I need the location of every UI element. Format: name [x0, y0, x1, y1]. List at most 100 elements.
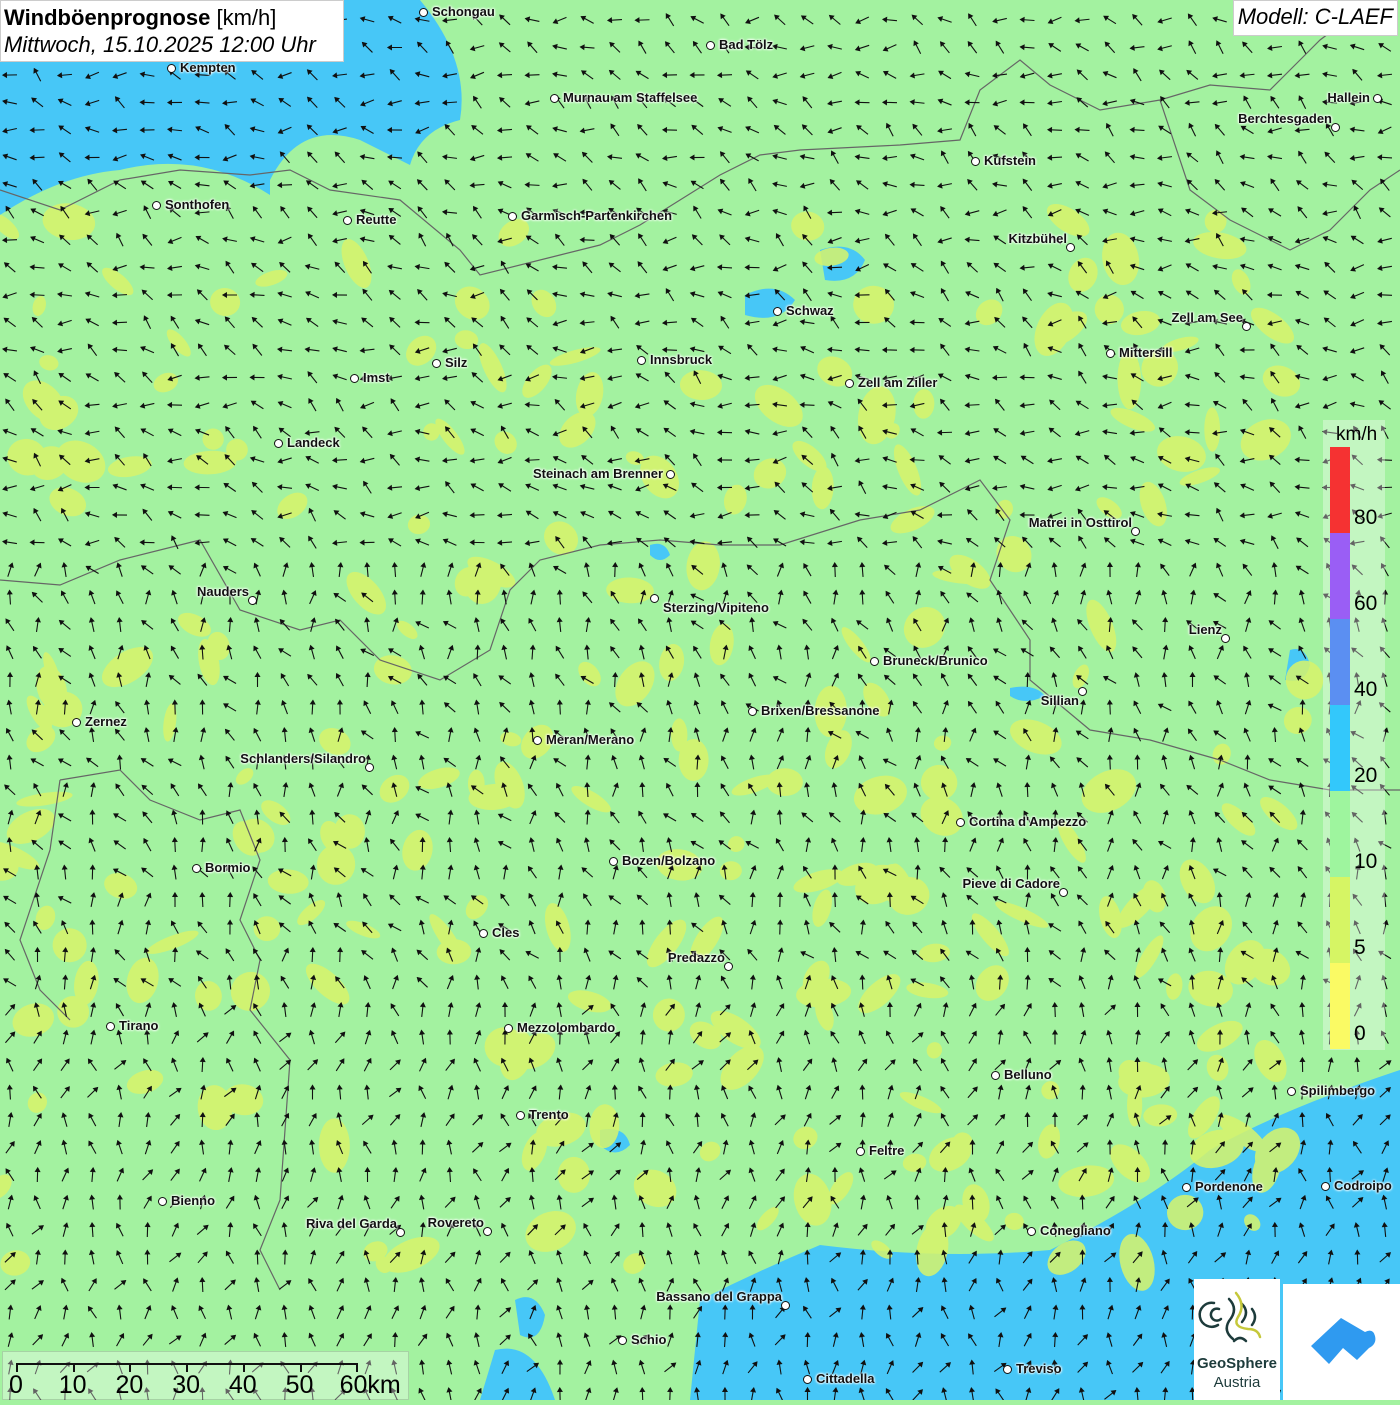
legend-color-band	[1330, 963, 1350, 1049]
weather-app-logo[interactable]	[1283, 1284, 1400, 1400]
model-label: Modell: C-LAEF	[1233, 0, 1398, 36]
city-label: Lienz	[1189, 622, 1222, 637]
city-label: Rovereto	[428, 1215, 484, 1230]
city-marker	[1287, 1087, 1296, 1096]
city-label: Nauders	[197, 584, 249, 599]
city-marker	[1106, 349, 1115, 358]
legend-label: 60	[1354, 592, 1377, 616]
city-marker	[1242, 322, 1251, 331]
legend-label: 20	[1354, 764, 1377, 788]
city-marker	[1373, 94, 1382, 103]
city-label: Bruneck/Brunico	[883, 653, 988, 668]
legend-label: 40	[1354, 678, 1377, 702]
legend-label: 0	[1354, 1022, 1366, 1046]
scale-bar: 0102030405060km	[2, 1351, 409, 1400]
city-label: Schongau	[432, 4, 495, 19]
scale-label: 50	[286, 1371, 314, 1400]
city-marker	[192, 864, 201, 873]
city-marker	[1221, 634, 1230, 643]
city-marker	[637, 356, 646, 365]
legend-color-band	[1330, 877, 1350, 963]
city-marker	[1078, 687, 1087, 696]
geosphere-austria-logo[interactable]: GeoSphere Austria	[1194, 1279, 1280, 1400]
city-marker	[609, 857, 618, 866]
city-marker	[508, 212, 517, 221]
city-label: Reutte	[356, 212, 396, 227]
city-marker	[533, 736, 542, 745]
city-marker	[1321, 1182, 1330, 1191]
city-label: Steinach am Brenner	[533, 466, 663, 481]
city-marker	[365, 763, 374, 772]
city-label: Meran/Merano	[546, 732, 634, 747]
city-label: Bad Tölz	[719, 37, 773, 52]
scale-label: 10	[59, 1371, 87, 1400]
city-label: Kitzbühel	[1009, 231, 1068, 246]
city-label: Feltre	[869, 1143, 904, 1158]
city-label: Schio	[631, 1332, 666, 1347]
city-marker	[1131, 527, 1140, 536]
legend-label: 10	[1354, 850, 1377, 874]
city-marker	[483, 1227, 492, 1236]
forecast-datetime: Mittwoch, 15.10.2025 12:00 Uhr	[4, 32, 340, 58]
city-label: Mezzolombardo	[517, 1020, 615, 1035]
title-unit: [km/h]	[216, 5, 276, 30]
scale-label: 20	[115, 1371, 143, 1400]
city-marker	[1003, 1365, 1012, 1374]
city-label: Bienno	[171, 1193, 215, 1208]
map-title: Windböenprognose	[4, 5, 210, 30]
city-marker	[773, 307, 782, 316]
city-label: Landeck	[287, 435, 340, 450]
city-marker	[991, 1071, 1000, 1080]
city-marker	[419, 8, 428, 17]
app-chevron-icon	[1283, 1284, 1400, 1400]
city-marker	[516, 1111, 525, 1120]
city-marker	[350, 374, 359, 383]
city-label: Treviso	[1016, 1361, 1062, 1376]
city-label: Bassano del Grappa	[656, 1289, 782, 1304]
logo-text-austria: Austria	[1194, 1374, 1280, 1391]
city-marker	[274, 439, 283, 448]
city-marker	[152, 201, 161, 210]
city-label: Cles	[492, 925, 519, 940]
city-label: Zell am Ziller	[858, 375, 937, 390]
city-marker	[248, 596, 257, 605]
city-label: Belluno	[1004, 1067, 1052, 1082]
city-label: Cittadella	[816, 1371, 875, 1386]
city-marker	[724, 962, 733, 971]
city-marker	[1182, 1183, 1191, 1192]
city-label: Mittersill	[1119, 345, 1172, 360]
city-marker	[432, 359, 441, 368]
city-marker	[479, 929, 488, 938]
city-marker	[956, 818, 965, 827]
city-label: Murnau am Staffelsee	[563, 90, 697, 105]
geosphere-swirl-icon	[1194, 1279, 1280, 1355]
city-label: Schlanders/Silandro	[240, 751, 366, 766]
legend-color-band	[1330, 791, 1350, 877]
city-marker	[706, 41, 715, 50]
city-marker	[1331, 123, 1340, 132]
city-label: Pieve di Cadore	[962, 876, 1060, 891]
title-box: Windböenprognose [km/h] Mittwoch, 15.10.…	[0, 0, 344, 62]
city-label: Berchtesgaden	[1238, 111, 1332, 126]
city-marker	[971, 157, 980, 166]
logo-text-geosphere: GeoSphere	[1194, 1355, 1280, 1372]
legend-color-band	[1330, 533, 1350, 619]
city-marker	[845, 379, 854, 388]
color-legend: km/h 806040201050	[1323, 420, 1385, 1050]
city-label: Zell am See	[1171, 310, 1243, 325]
legend-label: 5	[1354, 936, 1366, 960]
city-marker	[106, 1022, 115, 1031]
scale-label: 30	[172, 1371, 200, 1400]
city-label: Tirano	[119, 1018, 159, 1033]
city-label: Cortina d'Ampezzo	[969, 814, 1086, 829]
city-marker	[550, 94, 559, 103]
city-label: Hallein	[1327, 90, 1370, 105]
city-label: Predazzo	[668, 950, 725, 965]
city-marker	[1027, 1227, 1036, 1236]
legend-color-band	[1330, 705, 1350, 791]
city-marker	[856, 1147, 865, 1156]
city-marker	[666, 470, 675, 479]
city-marker	[748, 707, 757, 716]
city-marker	[167, 64, 176, 73]
city-label: Bormio	[205, 860, 251, 875]
